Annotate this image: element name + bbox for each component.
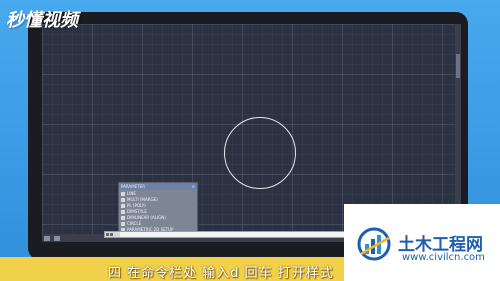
drawn-circle[interactable] — [224, 117, 296, 189]
command-icon — [121, 210, 125, 214]
site-watermark: 土木工程网 www.civilcn.com — [344, 204, 500, 281]
command-icon — [121, 198, 125, 202]
settings-icon[interactable] — [110, 233, 113, 236]
cad-drawing-canvas[interactable] — [42, 24, 456, 234]
screenshot-scene: PARAMETER ✕ LINE MULTI (MARGE) PL (POLY)… — [0, 0, 500, 281]
close-icon[interactable]: ✕ — [192, 184, 195, 189]
video-logo: 秒懂视频 — [6, 10, 78, 31]
command-input[interactable] — [120, 231, 324, 238]
scrollbar-thumb[interactable] — [456, 54, 460, 78]
vertical-scrollbar[interactable] — [455, 24, 461, 234]
close-command-icon[interactable] — [106, 233, 109, 236]
command-suggestion-palette: PARAMETER ✕ LINE MULTI (MARGE) PL (POLY)… — [118, 182, 198, 234]
palette-title: PARAMETER — [121, 183, 145, 189]
civilcn-logo-icon — [357, 227, 391, 261]
command-icon — [121, 222, 125, 226]
subtitle-text: 四 在命令栏处 输入d 回车 打开样式 — [108, 266, 334, 281]
layout-tab[interactable] — [54, 235, 60, 241]
command-line-buttons — [105, 232, 120, 237]
command-icon — [121, 192, 125, 196]
command-icon — [121, 204, 125, 208]
model-tab[interactable] — [44, 235, 50, 241]
command-icon — [121, 216, 125, 220]
command-line-bar — [104, 231, 346, 238]
palette-header: PARAMETER ✕ — [119, 183, 197, 190]
watermark-url: www.civilcn.com — [402, 252, 485, 263]
